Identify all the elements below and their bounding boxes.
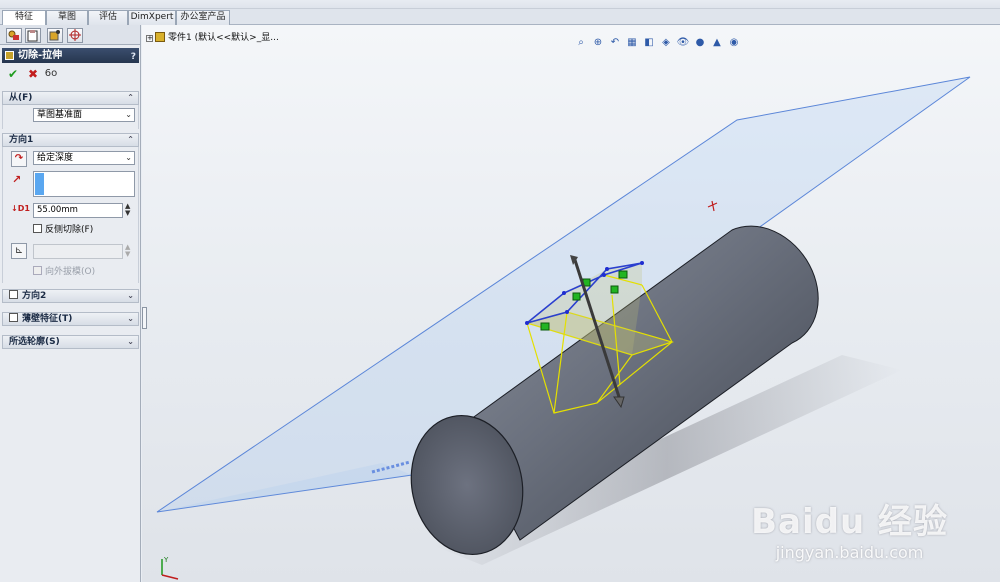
feature-manager-tab[interactable] xyxy=(6,28,22,43)
group-direction1-body: ↷ 给定深度 ⌄ ↗ ↓D1 55.00mm ▲ ▼ 反侧切除(F) ⊾ ▲ ▼ 向… xyxy=(2,147,139,283)
watermark-url: jingyan.baidu.com xyxy=(775,543,924,562)
direction-arrow-icon: ↗ xyxy=(12,173,22,186)
tab-evaluate[interactable]: 评估 xyxy=(88,10,128,25)
group-selected-contours-header[interactable]: 所选轮廓(S) ⌄ xyxy=(2,335,139,349)
edit-appearance-icon[interactable]: ● xyxy=(693,37,707,49)
flip-side-checkbox[interactable]: 反侧切除(F) xyxy=(33,224,93,236)
depth-dimension-icon: ↓D1 xyxy=(11,204,30,213)
manager-tabs xyxy=(0,25,140,45)
checkbox-box[interactable] xyxy=(33,266,42,275)
panel-collapse-handle[interactable] xyxy=(142,307,147,329)
svg-text:Y: Y xyxy=(163,556,169,564)
depth-spinner[interactable]: ▲ ▼ xyxy=(125,203,133,217)
group-direction2-header[interactable]: 方向2 ⌄ xyxy=(2,289,139,303)
draft-outward-label: 向外拔模(O) xyxy=(45,267,96,277)
thin-feature-checkbox[interactable] xyxy=(9,313,18,322)
group-thin-feature-label: 薄壁特征(T) xyxy=(22,314,73,324)
flyout-feature-tree[interactable]: + 零件1 (默认<<默认>_显... xyxy=(146,30,279,43)
apply-scene-icon[interactable]: ▲ xyxy=(710,37,724,49)
flip-side-label: 反侧切除(F) xyxy=(45,225,94,235)
end-condition-select[interactable]: 给定深度 ⌄ xyxy=(33,151,135,165)
expand-icon[interactable]: ⌄ xyxy=(127,336,134,348)
preview-button[interactable]: 6o xyxy=(44,67,58,81)
watermark-brand: Baidu 经验 xyxy=(751,502,948,542)
previous-view-icon[interactable]: ↶ xyxy=(608,37,622,49)
group-thin-feature-header[interactable]: 薄壁特征(T) ⌄ xyxy=(2,312,139,326)
group-direction1-header[interactable]: 方向1 ⌃ xyxy=(2,133,139,147)
tab-features[interactable]: 特征 xyxy=(2,10,46,26)
expand-icon[interactable]: ⌄ xyxy=(127,313,134,325)
top-toolbar-strip xyxy=(0,0,1000,9)
draft-toggle-button[interactable]: ⊾ xyxy=(11,243,27,259)
heads-up-view-toolbar: ⌕ ⊕ ↶ ▦ ◧ ◈ 👁 ● ▲ ◉ xyxy=(574,37,744,51)
zoom-to-fit-icon[interactable]: ⌕ xyxy=(574,37,588,49)
tab-sketch[interactable]: 草图 xyxy=(46,10,88,25)
configuration-icon xyxy=(49,30,60,41)
chevron-down-icon: ⌄ xyxy=(125,153,132,162)
draft-outward-checkbox[interactable]: 向外拔模(O) xyxy=(33,266,95,278)
group-from-header[interactable]: 从(F) ⌃ xyxy=(2,91,139,105)
depth-value: 55.00mm xyxy=(37,205,78,215)
part-icon xyxy=(155,32,165,42)
feature-tree-icon xyxy=(8,30,19,40)
hide-show-items-icon[interactable]: 👁 xyxy=(676,37,690,49)
chevron-down-icon: ⌄ xyxy=(125,110,132,119)
group-from-body: 草图基准面 ⌄ xyxy=(2,105,139,129)
crosshair-icon xyxy=(69,29,81,41)
checkbox-box[interactable] xyxy=(33,224,42,233)
display-style-icon[interactable]: ◈ xyxy=(659,37,673,49)
expand-icon[interactable]: ⌄ xyxy=(127,290,134,302)
title-text: 切除-拉伸 xyxy=(18,50,63,61)
graphics-area[interactable]: Y + 零件1 (默认<<默认>_显... ⌕ ⊕ ↶ ▦ ◧ ◈ 👁 ● ▲ ◉ Baidu 经验… xyxy=(142,25,1000,582)
help-icon[interactable]: ? xyxy=(131,50,136,65)
tab-office-products[interactable]: 办公室产品 xyxy=(176,10,230,25)
reverse-direction-button[interactable]: ↷ xyxy=(11,151,27,167)
part-name: 零件1 (默认<<默认>_显... xyxy=(168,33,279,43)
start-condition-select[interactable]: 草图基准面 ⌄ xyxy=(33,108,135,122)
baidu-watermark: Baidu 经验 jingyan.baidu.com xyxy=(751,494,948,562)
property-manager-title: 切除-拉伸 ? xyxy=(2,48,139,63)
ok-button[interactable]: ✔ xyxy=(6,67,20,81)
cancel-button[interactable]: ✖ xyxy=(26,67,40,81)
direction-vector-selection-box[interactable] xyxy=(33,171,135,197)
start-condition-value: 草图基准面 xyxy=(37,110,83,120)
property-manager-tab[interactable] xyxy=(25,28,41,43)
group-direction2-label: 方向2 xyxy=(22,291,47,301)
tab-dimxpert[interactable]: DimXpert xyxy=(128,10,176,25)
collapse-icon[interactable]: ⌃ xyxy=(127,92,134,104)
view-orientation-icon[interactable]: ◧ xyxy=(642,37,656,49)
section-view-icon[interactable]: ▦ xyxy=(625,37,639,49)
zoom-to-area-icon[interactable]: ⊕ xyxy=(591,37,605,49)
direction2-checkbox[interactable] xyxy=(9,290,18,299)
group-direction1-label: 方向1 xyxy=(9,135,34,145)
group-from-label: 从(F) xyxy=(9,93,33,103)
dimxpert-manager-tab[interactable] xyxy=(67,28,83,43)
selection-highlight xyxy=(35,173,44,195)
expand-icon[interactable]: + xyxy=(146,35,153,42)
view-settings-icon[interactable]: ◉ xyxy=(727,37,741,49)
property-manager-panel: 切除-拉伸 ? ✔ ✖ 6o 从(F) ⌃ 草图基准面 ⌄ 方向1 ⌃ ↷ 给定… xyxy=(0,25,141,582)
cut-extrude-icon xyxy=(5,51,14,60)
group-selected-contours-label: 所选轮廓(S) xyxy=(9,337,60,347)
draft-angle-input[interactable] xyxy=(33,244,123,259)
coordinate-triad: Y xyxy=(161,556,179,580)
collapse-icon[interactable]: ⌃ xyxy=(127,134,134,146)
command-manager-tabs: 特征 草图 评估 DimXpert 办公室产品 xyxy=(0,9,1000,26)
end-condition-value: 给定深度 xyxy=(37,153,74,163)
draft-angle-spinner[interactable]: ▲ ▼ xyxy=(125,244,133,258)
depth-input[interactable]: 55.00mm xyxy=(33,203,123,218)
configuration-manager-tab[interactable] xyxy=(47,28,63,43)
property-icon xyxy=(27,30,38,42)
